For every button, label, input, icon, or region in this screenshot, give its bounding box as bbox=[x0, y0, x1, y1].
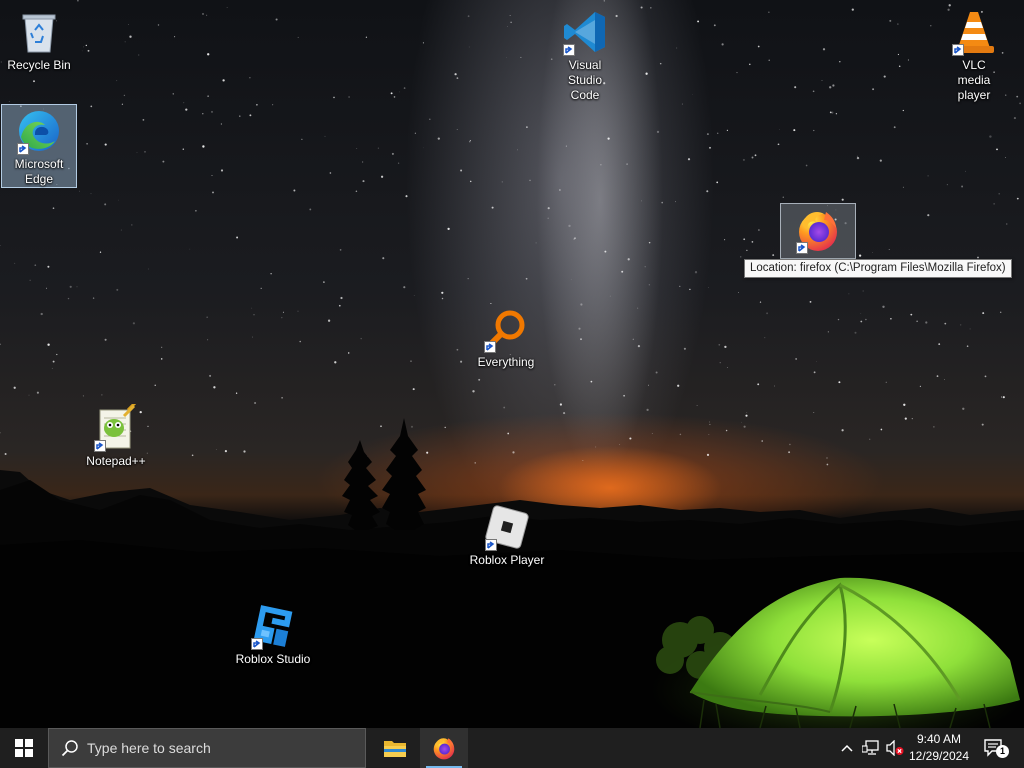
desktop-icon-everything[interactable]: Everything bbox=[468, 303, 544, 370]
clock-date: 12/29/2024 bbox=[908, 749, 970, 763]
system-tray: 9:40 AM 12/29/2024 1 bbox=[830, 728, 1024, 768]
clock[interactable]: 9:40 AM 12/29/2024 bbox=[904, 731, 974, 765]
taskbar-search-box[interactable]: Type here to search bbox=[48, 728, 366, 768]
icon-label: Microsoft Edge bbox=[14, 157, 64, 186]
taskbar-file-explorer[interactable] bbox=[371, 728, 419, 768]
network-button[interactable] bbox=[860, 728, 882, 768]
desktop-icon-recycle-bin[interactable]: Recycle Bin bbox=[1, 6, 77, 73]
network-icon bbox=[862, 740, 879, 755]
icon-label: VLC media player bbox=[957, 58, 991, 102]
desktop-icon-roblox-studio[interactable]: Roblox Studio bbox=[235, 600, 311, 667]
shortcut-arrow-icon bbox=[563, 44, 575, 56]
desktop-icon-roblox-player[interactable]: Roblox Player bbox=[469, 501, 545, 568]
file-explorer-icon bbox=[384, 741, 406, 757]
show-hidden-icons-button[interactable] bbox=[836, 728, 858, 768]
action-center-button[interactable]: 1 bbox=[974, 728, 1014, 768]
search-placeholder: Type here to search bbox=[87, 740, 211, 756]
clock-time: 9:40 AM bbox=[916, 732, 962, 746]
desktop-wallpaper: Recycle Bin Microsoft Edge Visual Studio… bbox=[0, 0, 1024, 728]
desktop-icon-notepad-plus-plus[interactable]: Notepad++ bbox=[78, 402, 154, 469]
taskbar: Type here to search 9:40 AM 12/29/2024 1 bbox=[0, 728, 1024, 768]
icon-label: Roblox Player bbox=[469, 553, 545, 567]
shortcut-arrow-icon bbox=[94, 440, 106, 452]
desktop-icon-firefox[interactable] bbox=[780, 203, 856, 259]
desktop-icon-vlc-media-player[interactable]: VLC media player bbox=[936, 6, 1012, 103]
shortcut-arrow-icon bbox=[251, 638, 263, 650]
shortcut-arrow-icon bbox=[796, 242, 808, 254]
shortcut-arrow-icon bbox=[952, 44, 964, 56]
recycle-bin-icon bbox=[22, 14, 56, 53]
tooltip: Location: firefox (C:\Program Files\Mozi… bbox=[744, 259, 1012, 278]
start-button[interactable] bbox=[0, 728, 48, 768]
shortcut-arrow-icon bbox=[17, 143, 29, 155]
desktop-icon-visual-studio-code[interactable]: Visual Studio Code bbox=[547, 6, 623, 103]
desktop-icon-microsoft-edge[interactable]: Microsoft Edge bbox=[1, 104, 77, 188]
taskbar-firefox[interactable] bbox=[420, 728, 468, 768]
shortcut-arrow-icon bbox=[484, 341, 496, 353]
volume-muted-icon bbox=[886, 740, 904, 756]
icon-label: Notepad++ bbox=[86, 454, 146, 468]
notification-count-badge: 1 bbox=[996, 745, 1009, 758]
windows-logo-icon bbox=[15, 739, 33, 757]
chevron-up-icon bbox=[841, 744, 853, 752]
firefox-icon bbox=[433, 738, 455, 760]
icon-label: Recycle Bin bbox=[7, 58, 71, 72]
search-icon bbox=[61, 739, 79, 757]
volume-button[interactable] bbox=[884, 728, 906, 768]
icon-label: Roblox Studio bbox=[235, 652, 311, 666]
shortcut-arrow-icon bbox=[485, 539, 497, 551]
icon-label: Visual Studio Code bbox=[567, 58, 603, 102]
icon-label: Everything bbox=[477, 355, 535, 369]
